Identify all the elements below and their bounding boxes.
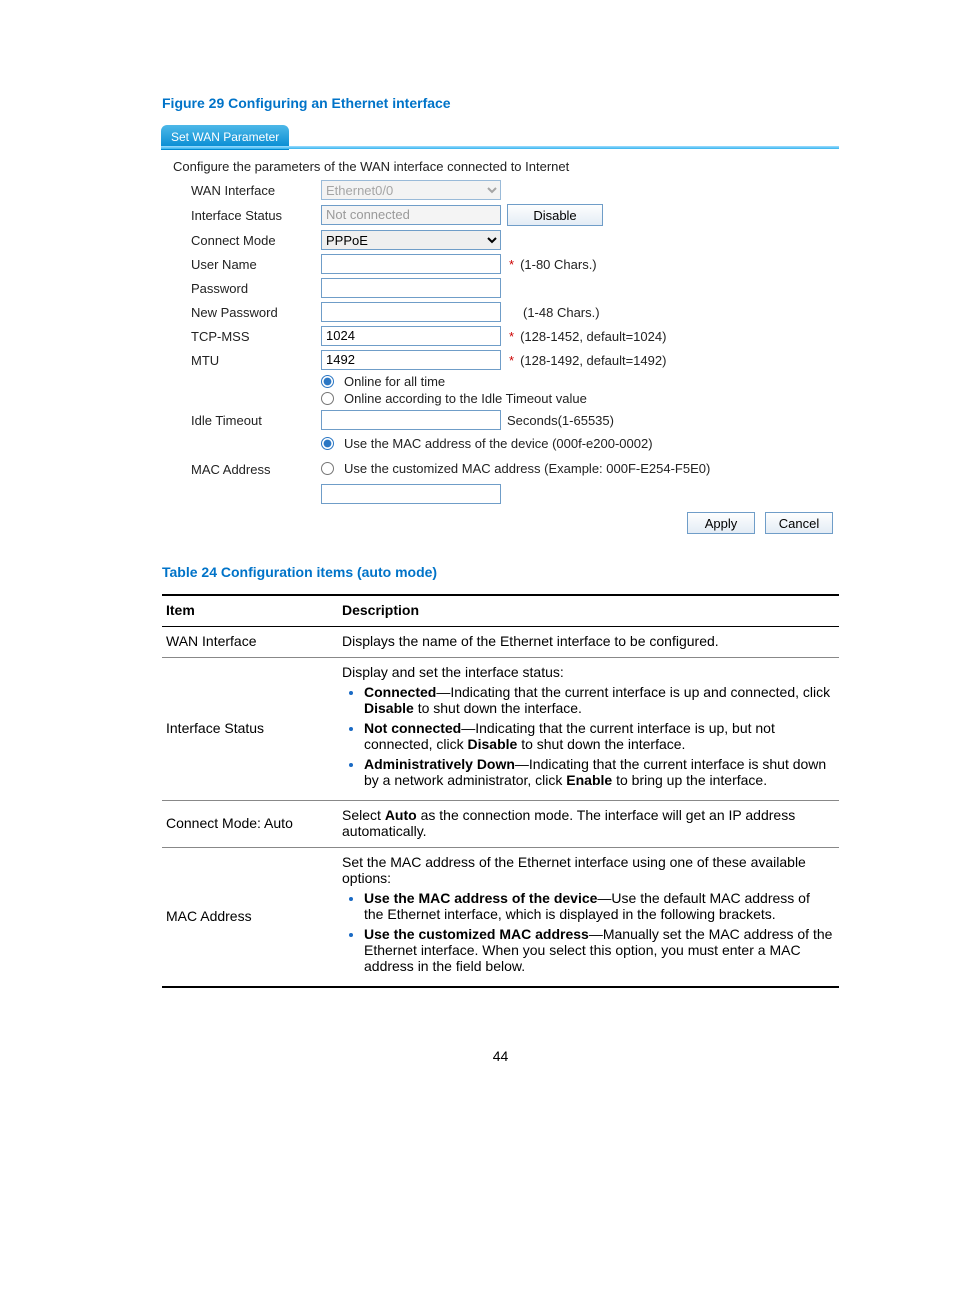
desc-cell: Display and set the interface status: Co… (342, 658, 839, 801)
new-password-field[interactable] (321, 302, 501, 322)
label-connect-mode: Connect Mode (173, 233, 321, 248)
figure-title: Figure 29 Configuring an Ethernet interf… (162, 95, 839, 111)
user-name-field[interactable] (321, 254, 501, 274)
idle-timeout-hint: Seconds(1-65535) (507, 413, 614, 428)
label-interface-status: Interface Status (173, 208, 321, 223)
label-new-password: New Password (173, 305, 321, 320)
wan-description: Configure the parameters of the WAN inte… (173, 159, 839, 174)
label-mac-address: MAC Address (173, 462, 321, 477)
wan-interface-select[interactable]: Ethernet0/0 (321, 180, 501, 200)
label-tcp-mss: TCP-MSS (173, 329, 321, 344)
disable-button[interactable]: Disable (507, 204, 603, 226)
user-name-hint: (1-80 Chars.) (520, 257, 597, 272)
idle-timeout-field[interactable] (321, 410, 501, 430)
cancel-button[interactable]: Cancel (765, 512, 833, 534)
label-password: Password (173, 281, 321, 296)
item-cell: Interface Status (162, 658, 342, 801)
required-star-icon: * (509, 257, 514, 272)
tcp-mss-field[interactable] (321, 326, 501, 346)
table-title: Table 24 Configuration items (auto mode) (162, 564, 839, 580)
tab-bar: Set WAN Parameter (161, 125, 839, 149)
mtu-field[interactable] (321, 350, 501, 370)
new-password-hint: (1-48 Chars.) (523, 305, 600, 320)
desc-cell: Set the MAC address of the Ethernet inte… (342, 848, 839, 988)
label-mtu: MTU (173, 353, 321, 368)
tcp-mss-hint: (128-1452, default=1024) (520, 329, 666, 344)
mtu-hint: (128-1492, default=1492) (520, 353, 666, 368)
table-row: WAN Interface Displays the name of the E… (162, 627, 839, 658)
item-cell: MAC Address (162, 848, 342, 988)
online-all-time-radio[interactable] (321, 375, 334, 388)
connect-mode-select[interactable]: PPPoE (321, 230, 501, 250)
mac-device-radio[interactable] (321, 437, 334, 450)
online-idle-label: Online according to the Idle Timeout val… (344, 391, 587, 406)
page-number: 44 (162, 1048, 839, 1064)
table-row: Connect Mode: Auto Select Auto as the co… (162, 801, 839, 848)
label-wan-interface: WAN Interface (173, 183, 321, 198)
desc-cell: Displays the name of the Ethernet interf… (342, 627, 839, 658)
mac-custom-field[interactable] (321, 484, 501, 504)
interface-status-field (321, 205, 501, 225)
apply-button[interactable]: Apply (687, 512, 755, 534)
desc-cell: Select Auto as the connection mode. The … (342, 801, 839, 848)
required-star-icon: * (509, 353, 514, 368)
online-all-time-label: Online for all time (344, 374, 445, 389)
mac-device-label: Use the MAC address of the device (000f-… (344, 436, 653, 451)
tab-underline (161, 146, 839, 149)
label-idle-timeout: Idle Timeout (173, 413, 321, 428)
table-row: MAC Address Set the MAC address of the E… (162, 848, 839, 988)
mac-custom-label: Use the customized MAC address (Example:… (344, 461, 710, 476)
wan-parameter-panel: Set WAN Parameter Configure the paramete… (161, 125, 839, 534)
label-user-name: User Name (173, 257, 321, 272)
col-item-header: Item (162, 595, 342, 627)
password-field[interactable] (321, 278, 501, 298)
item-cell: Connect Mode: Auto (162, 801, 342, 848)
required-star-icon: * (509, 329, 514, 344)
mac-custom-radio[interactable] (321, 462, 334, 475)
table-row: Interface Status Display and set the int… (162, 658, 839, 801)
col-desc-header: Description (342, 595, 839, 627)
online-idle-radio[interactable] (321, 392, 334, 405)
config-items-table: Item Description WAN Interface Displays … (162, 594, 839, 988)
item-cell: WAN Interface (162, 627, 342, 658)
